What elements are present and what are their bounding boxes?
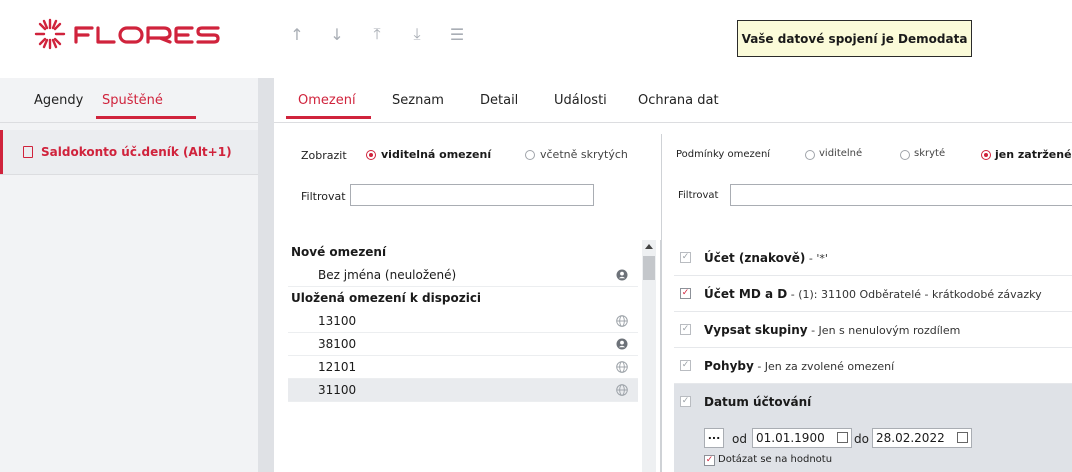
radio-checked-only-label: jen zatržené	[995, 148, 1072, 161]
column-divider	[661, 134, 662, 472]
globe-icon	[616, 384, 628, 396]
filter-label: Filtrovat	[301, 190, 346, 203]
conditions-label: Podmínky omezení	[676, 149, 771, 160]
radio-visible-restrictions-label: viditelná omezení	[381, 148, 492, 161]
arrow-to-bottom-icon[interactable]: ⤓	[408, 24, 426, 44]
condition-row[interactable]: ✓ Účet MD a D - (1): 31100 Odběratelé - …	[674, 276, 1072, 312]
list-item-selected[interactable]: 31100	[288, 379, 638, 402]
ask-value-checkbox[interactable]: ✓	[704, 455, 715, 466]
condition-title: Účet (znakově) - '*'	[704, 251, 828, 265]
main-tabs: Omezení Seznam Detail Události Ochrana d…	[274, 78, 1072, 122]
show-label: Zobrazit	[301, 149, 347, 162]
calendar-icon[interactable]	[837, 432, 848, 443]
list-item-label: Bez jména (neuložené)	[318, 268, 457, 282]
ask-value-label: Dotázat se na hodnotu	[718, 454, 833, 465]
date-to-value: 28.02.2022	[876, 431, 945, 445]
radio-including-hidden[interactable]	[525, 150, 535, 160]
left-sidebar: Agendy Spuštěné Saldokonto úč.deník (Alt…	[0, 78, 258, 472]
tab-detail[interactable]: Detail	[480, 93, 518, 108]
globe-icon	[616, 315, 628, 327]
document-icon	[23, 146, 33, 158]
conditions-filter-input[interactable]	[730, 184, 1072, 206]
tab-udalosti[interactable]: Události	[554, 93, 607, 108]
filter-input[interactable]	[350, 184, 594, 206]
list-item-label: 38100	[318, 337, 357, 351]
left-tabs: Agendy Spuštěné	[0, 78, 258, 122]
condition-title: Pohyby - Jen za zvolené omezení	[704, 359, 895, 373]
globe-icon	[616, 361, 628, 373]
saved-restrictions-header: Uložená omezení k dispozici	[291, 288, 641, 308]
active-tab-indicator	[286, 116, 371, 119]
connection-message: Vaše datové spojení je Demodata	[741, 31, 968, 46]
radio-hidden[interactable]	[900, 150, 910, 160]
user-icon	[616, 338, 628, 350]
list-item[interactable]: 38100	[288, 333, 638, 356]
list-item[interactable]: Bez jména (neuložené)	[288, 264, 638, 287]
list-scrollbar[interactable]	[642, 240, 656, 472]
date-from-value: 01.01.1900	[756, 431, 825, 445]
condition-checkbox[interactable]: ✓	[680, 360, 691, 371]
date-from-input[interactable]: 01.01.1900	[752, 428, 852, 448]
connection-notice: Vaše datové spojení je Demodata	[737, 20, 972, 57]
flores-logo	[30, 14, 226, 54]
active-tab-indicator	[96, 116, 196, 119]
list-item-label: 31100	[318, 383, 357, 397]
main-area: Omezení Seznam Detail Události Ochrana d…	[274, 78, 1072, 472]
date-to-label: do	[854, 432, 869, 446]
tab-ochrana-dat[interactable]: Ochrana dat	[638, 93, 719, 108]
date-condition-title: Datum účtování	[704, 395, 812, 409]
condition-row[interactable]: ✓ Vypsat skupiny - Jen s nenulovým rozdí…	[674, 312, 1072, 348]
menu-icon[interactable]: ☰	[448, 25, 466, 44]
date-to-input[interactable]: 28.02.2022	[872, 428, 972, 448]
tab-spustene[interactable]: Spuštěné	[102, 93, 163, 108]
radio-visible-label: viditelné	[819, 148, 863, 159]
list-item-label: 13100	[318, 314, 357, 328]
list-item[interactable]: 13100	[288, 310, 638, 333]
divider	[274, 122, 1072, 123]
condition-title: Účet MD a D - (1): 31100 Odběratelé - kr…	[704, 287, 1042, 301]
condition-desc: - Jen za zvolené omezení	[753, 360, 895, 373]
record-navigation: ↑ ↓ ⤒ ⤓ ☰	[288, 22, 466, 46]
running-agenda-label: Saldokonto úč.deník (Alt+1)	[41, 145, 232, 159]
tab-seznam[interactable]: Seznam	[392, 93, 444, 108]
arrow-up-icon[interactable]: ↑	[288, 25, 306, 44]
list-item[interactable]: 12101	[288, 356, 638, 379]
condition-desc: - Jen s nenulovým rozdílem	[807, 324, 961, 337]
radio-hidden-label: skryté	[914, 148, 946, 159]
date-from-label: od	[732, 432, 747, 446]
splitter[interactable]	[258, 78, 274, 472]
new-restriction-header: Nové omezení	[291, 242, 641, 262]
filter-label: Filtrovat	[678, 190, 719, 201]
user-icon	[616, 269, 628, 281]
condition-checkbox[interactable]: ✓	[680, 324, 691, 335]
arrow-to-top-icon[interactable]: ⤒	[368, 24, 386, 44]
date-condition-block: ✓ Datum účtování ... od 01.01.1900 do 28…	[674, 384, 1072, 472]
list-item-label: 12101	[318, 360, 357, 374]
scroll-thumb[interactable]	[643, 256, 655, 280]
date-options-button[interactable]: ...	[704, 428, 724, 448]
tab-agendy[interactable]: Agendy	[34, 93, 83, 108]
tab-omezeni[interactable]: Omezení	[298, 93, 356, 108]
radio-checked-only[interactable]	[981, 150, 991, 160]
calendar-icon[interactable]	[957, 432, 968, 443]
scroll-up-icon[interactable]	[645, 244, 653, 249]
arrow-down-icon[interactable]: ↓	[328, 25, 346, 44]
condition-desc: - '*'	[805, 252, 828, 265]
radio-visible-restrictions[interactable]	[366, 150, 376, 160]
condition-checkbox[interactable]: ✓	[680, 252, 691, 263]
condition-row[interactable]: ✓ Pohyby - Jen za zvolené omezení	[674, 348, 1072, 384]
condition-title: Vypsat skupiny - Jen s nenulovým rozdíle…	[704, 323, 961, 337]
date-condition-checkbox[interactable]: ✓	[680, 396, 691, 407]
condition-row[interactable]: ✓ Účet (znakově) - '*'	[674, 240, 1072, 276]
radio-visible[interactable]	[805, 150, 815, 160]
radio-including-hidden-label: včetně skrytých	[540, 148, 628, 161]
running-agenda-item[interactable]: Saldokonto úč.deník (Alt+1)	[0, 130, 258, 174]
condition-desc: - (1): 31100 Odběratelé - krátkodobé záv…	[787, 288, 1042, 301]
condition-checkbox-checked[interactable]: ✓	[680, 288, 691, 299]
app-header: ↑ ↓ ⤒ ⤓ ☰ Vaše datové spojení je Demodat…	[0, 0, 1072, 78]
divider	[0, 122, 258, 123]
restrictions-list: Nové omezení Bez jména (neuložené) Ulože…	[288, 240, 661, 472]
divider	[0, 174, 258, 175]
